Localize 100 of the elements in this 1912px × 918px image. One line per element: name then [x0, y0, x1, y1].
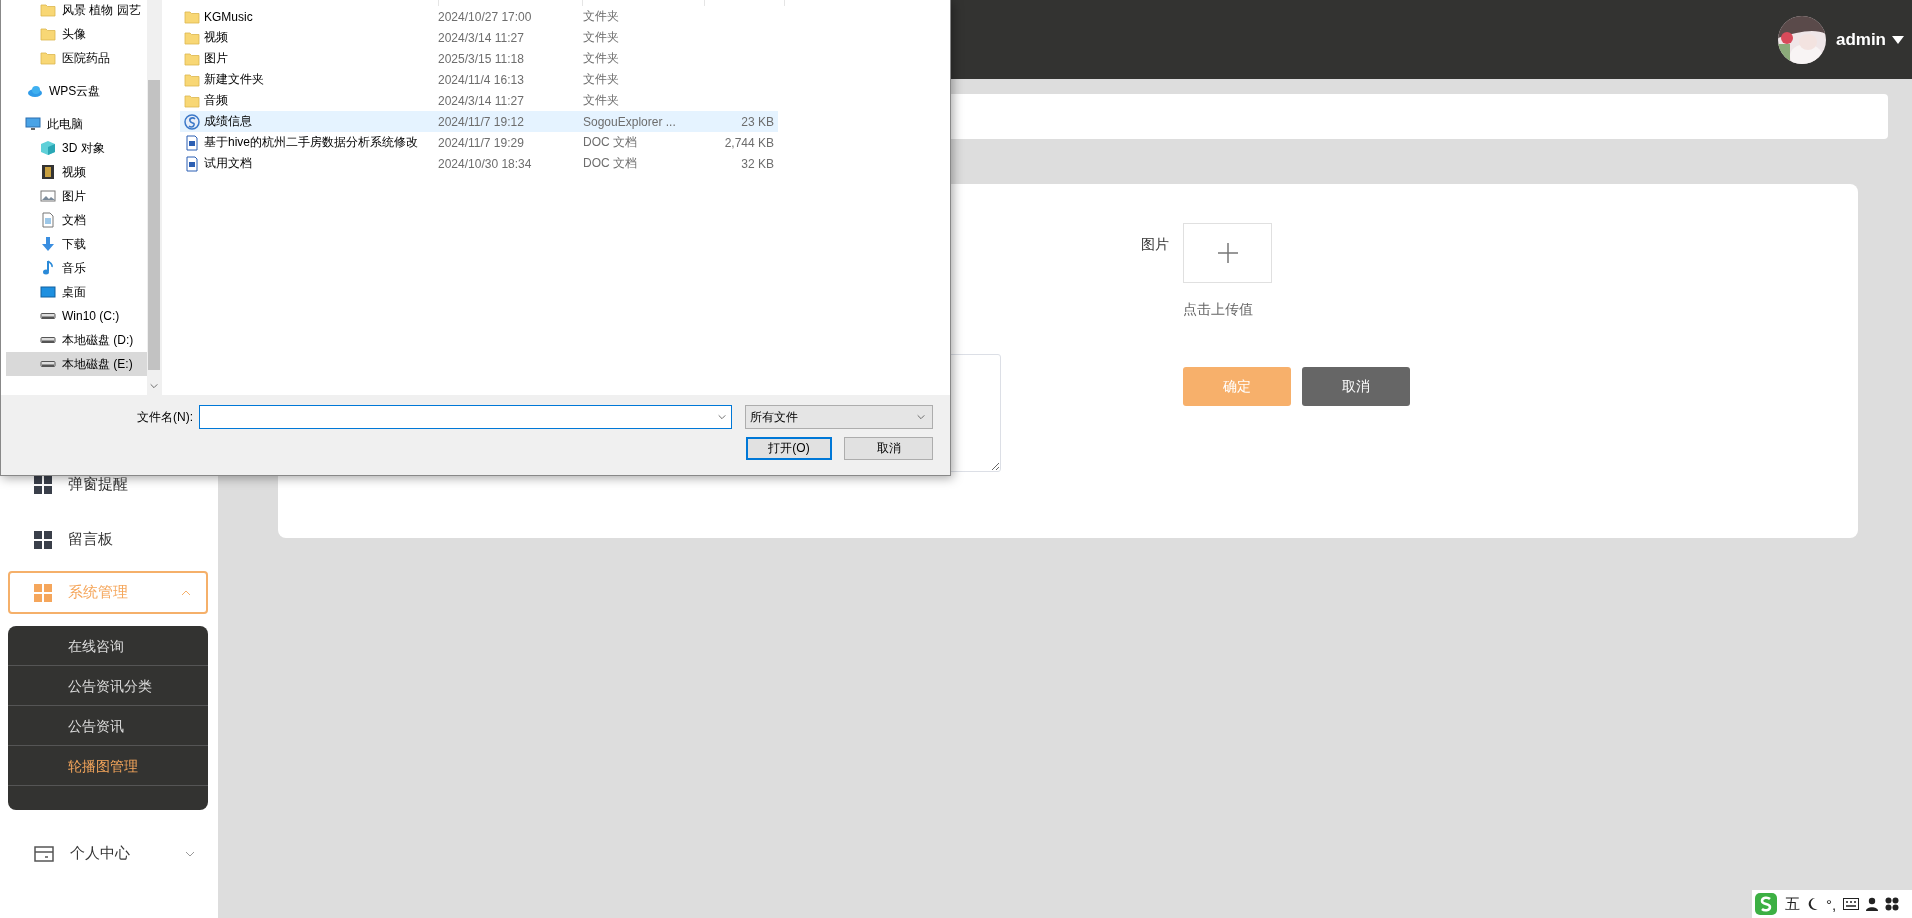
navigation-item[interactable]: 视频 [6, 160, 147, 184]
file-type-select[interactable]: 所有文件 [745, 405, 933, 429]
navigation-item[interactable]: Win10 (C:) [6, 304, 147, 328]
drive-icon [40, 313, 56, 319]
file-name: 音频 [204, 92, 228, 109]
navigation-item[interactable]: 3D 对象 [6, 136, 147, 160]
download-arrow-icon [40, 236, 56, 252]
file-name: 基于hive的杭州二手房数据分析系统修改 [204, 134, 418, 151]
scrollbar[interactable] [147, 0, 161, 395]
folder-icon [184, 50, 200, 67]
file-date: 2024/10/30 18:34 [438, 156, 533, 171]
open-button[interactable]: 打开(O) [746, 437, 832, 460]
sidebar-item[interactable]: 个人中心 [0, 826, 210, 881]
file-row[interactable]: 视频 2024/3/14 11:27 文件夹 [180, 27, 778, 48]
chevron-down-icon [149, 381, 159, 391]
plus-icon [1216, 242, 1239, 264]
submenu-item[interactable]: 轮播图管理 [8, 746, 208, 786]
file-date: 2024/3/14 11:27 [438, 30, 525, 45]
drive-icon [40, 361, 56, 367]
navigation-item[interactable]: 文档 [6, 208, 147, 232]
file-name: 试用文档 [204, 155, 252, 172]
file-row[interactable]: 成绩信息 2024/11/7 19:12 SogouExplorer ... 23 KB [180, 111, 778, 132]
file-name: 视频 [204, 29, 228, 46]
file-type: SogouExplorer ... [583, 114, 677, 129]
file-date: 2024/10/27 17:00 [438, 9, 533, 24]
file-date: 2024/11/7 19:12 [438, 114, 525, 129]
sidebar-item[interactable]: 弹窗提醒 [0, 457, 210, 512]
navigation-item[interactable]: 桌面 [6, 280, 147, 304]
cloud-icon [27, 83, 43, 99]
punctuation-toggle[interactable]: °, [1826, 895, 1837, 913]
folder-icon [40, 50, 56, 66]
user-name[interactable]: admin [1835, 29, 1886, 50]
folder-icon [184, 29, 200, 46]
image-icon [40, 188, 56, 204]
file-name: 图片 [204, 50, 228, 67]
file-row[interactable]: 图片 2025/3/15 11:18 文件夹 [180, 48, 778, 69]
document-icon [184, 134, 200, 151]
navigation-item[interactable]: 图片 [6, 184, 147, 208]
file-row[interactable]: 试用文档 2024/10/30 18:34 DOC 文档 32 KB [180, 153, 778, 174]
document-icon [184, 155, 200, 172]
navigation-item[interactable]: 医院药品 [6, 46, 147, 70]
folder-icon [184, 71, 200, 88]
chevron-down-icon [717, 412, 727, 422]
cube-icon [40, 140, 56, 156]
submenu-item[interactable]: 公告资讯 [8, 706, 208, 746]
file-size: 2,744 KB [723, 135, 774, 150]
file-size: 23 KB [740, 114, 774, 129]
file-type: 文件夹 [583, 92, 620, 109]
card-icon [34, 844, 54, 863]
file-type: 文件夹 [583, 29, 620, 46]
document-icon [40, 212, 56, 228]
cancel-button[interactable]: 取消 [844, 437, 933, 460]
navigation-item[interactable]: 风景 植物 园艺 [6, 0, 147, 22]
grid-icon [34, 583, 52, 602]
upload-box[interactable] [1183, 223, 1272, 283]
navigation-item[interactable]: 音乐 [6, 256, 147, 280]
keyboard-icon [1843, 898, 1860, 910]
file-type: 文件夹 [583, 71, 620, 88]
file-type: DOC 文档 [583, 134, 638, 151]
file-date: 2024/11/4 16:13 [438, 72, 525, 87]
navigation-item[interactable]: 此电脑 [6, 112, 147, 136]
file-date: 2025/3/15 11:18 [438, 51, 525, 66]
submenu-item[interactable]: 在线咨询 [8, 626, 208, 666]
folder-icon [184, 92, 200, 109]
field-label: 图片 [1141, 235, 1170, 254]
upload-hint: 点击上传值 [1183, 301, 1254, 319]
folder-icon [40, 2, 56, 18]
file-row[interactable]: 基于hive的杭州二手房数据分析系统修改 2024/11/7 19:29 DOC 文档 2,744 KB [180, 132, 778, 153]
monitor-icon [25, 116, 41, 132]
navigation-item[interactable]: 下载 [6, 232, 147, 256]
file-name: KGMusic [204, 9, 253, 24]
folder-icon [184, 8, 200, 25]
navigation-item[interactable]: 本地磁盘 (E:) [6, 352, 147, 376]
file-row[interactable]: 新建文件夹 2024/11/4 16:13 文件夹 [180, 69, 778, 90]
submenu-item[interactable]: 公告资讯分类 [8, 666, 208, 706]
filename-field[interactable] [199, 405, 732, 429]
dropdown-caret-icon [1892, 34, 1904, 45]
navigation-item[interactable]: 本地磁盘 (D:) [6, 328, 147, 352]
file-row[interactable]: 音频 2024/3/14 11:27 文件夹 [180, 90, 778, 111]
grid-icon [34, 475, 52, 494]
file-row[interactable]: KGMusic 2024/10/27 17:00 文件夹 [180, 6, 778, 27]
folder-icon [40, 26, 56, 42]
file-date: 2024/11/7 19:29 [438, 135, 525, 150]
input-mode-toggle[interactable]: 五 [1785, 894, 1800, 914]
file-type: 文件夹 [583, 50, 620, 67]
cancel-button[interactable]: 取消 [1302, 367, 1410, 406]
file-type: 文件夹 [583, 8, 620, 25]
moon-icon [1807, 897, 1819, 911]
field-label: 文件名(N): [137, 408, 193, 426]
file-size: 32 KB [740, 156, 774, 171]
grid-icon [34, 530, 52, 549]
navigation-item[interactable]: WPS云盘 [6, 79, 147, 103]
grid-icon [1885, 897, 1900, 911]
file-name: 成绩信息 [204, 113, 252, 130]
navigation-item[interactable]: 头像 [6, 22, 147, 46]
sidebar-item[interactable]: 留言板 [0, 512, 210, 567]
file-type: DOC 文档 [583, 155, 638, 172]
file-name: 新建文件夹 [204, 71, 264, 88]
file-date: 2024/3/14 11:27 [438, 93, 525, 108]
browser-icon [184, 113, 200, 130]
